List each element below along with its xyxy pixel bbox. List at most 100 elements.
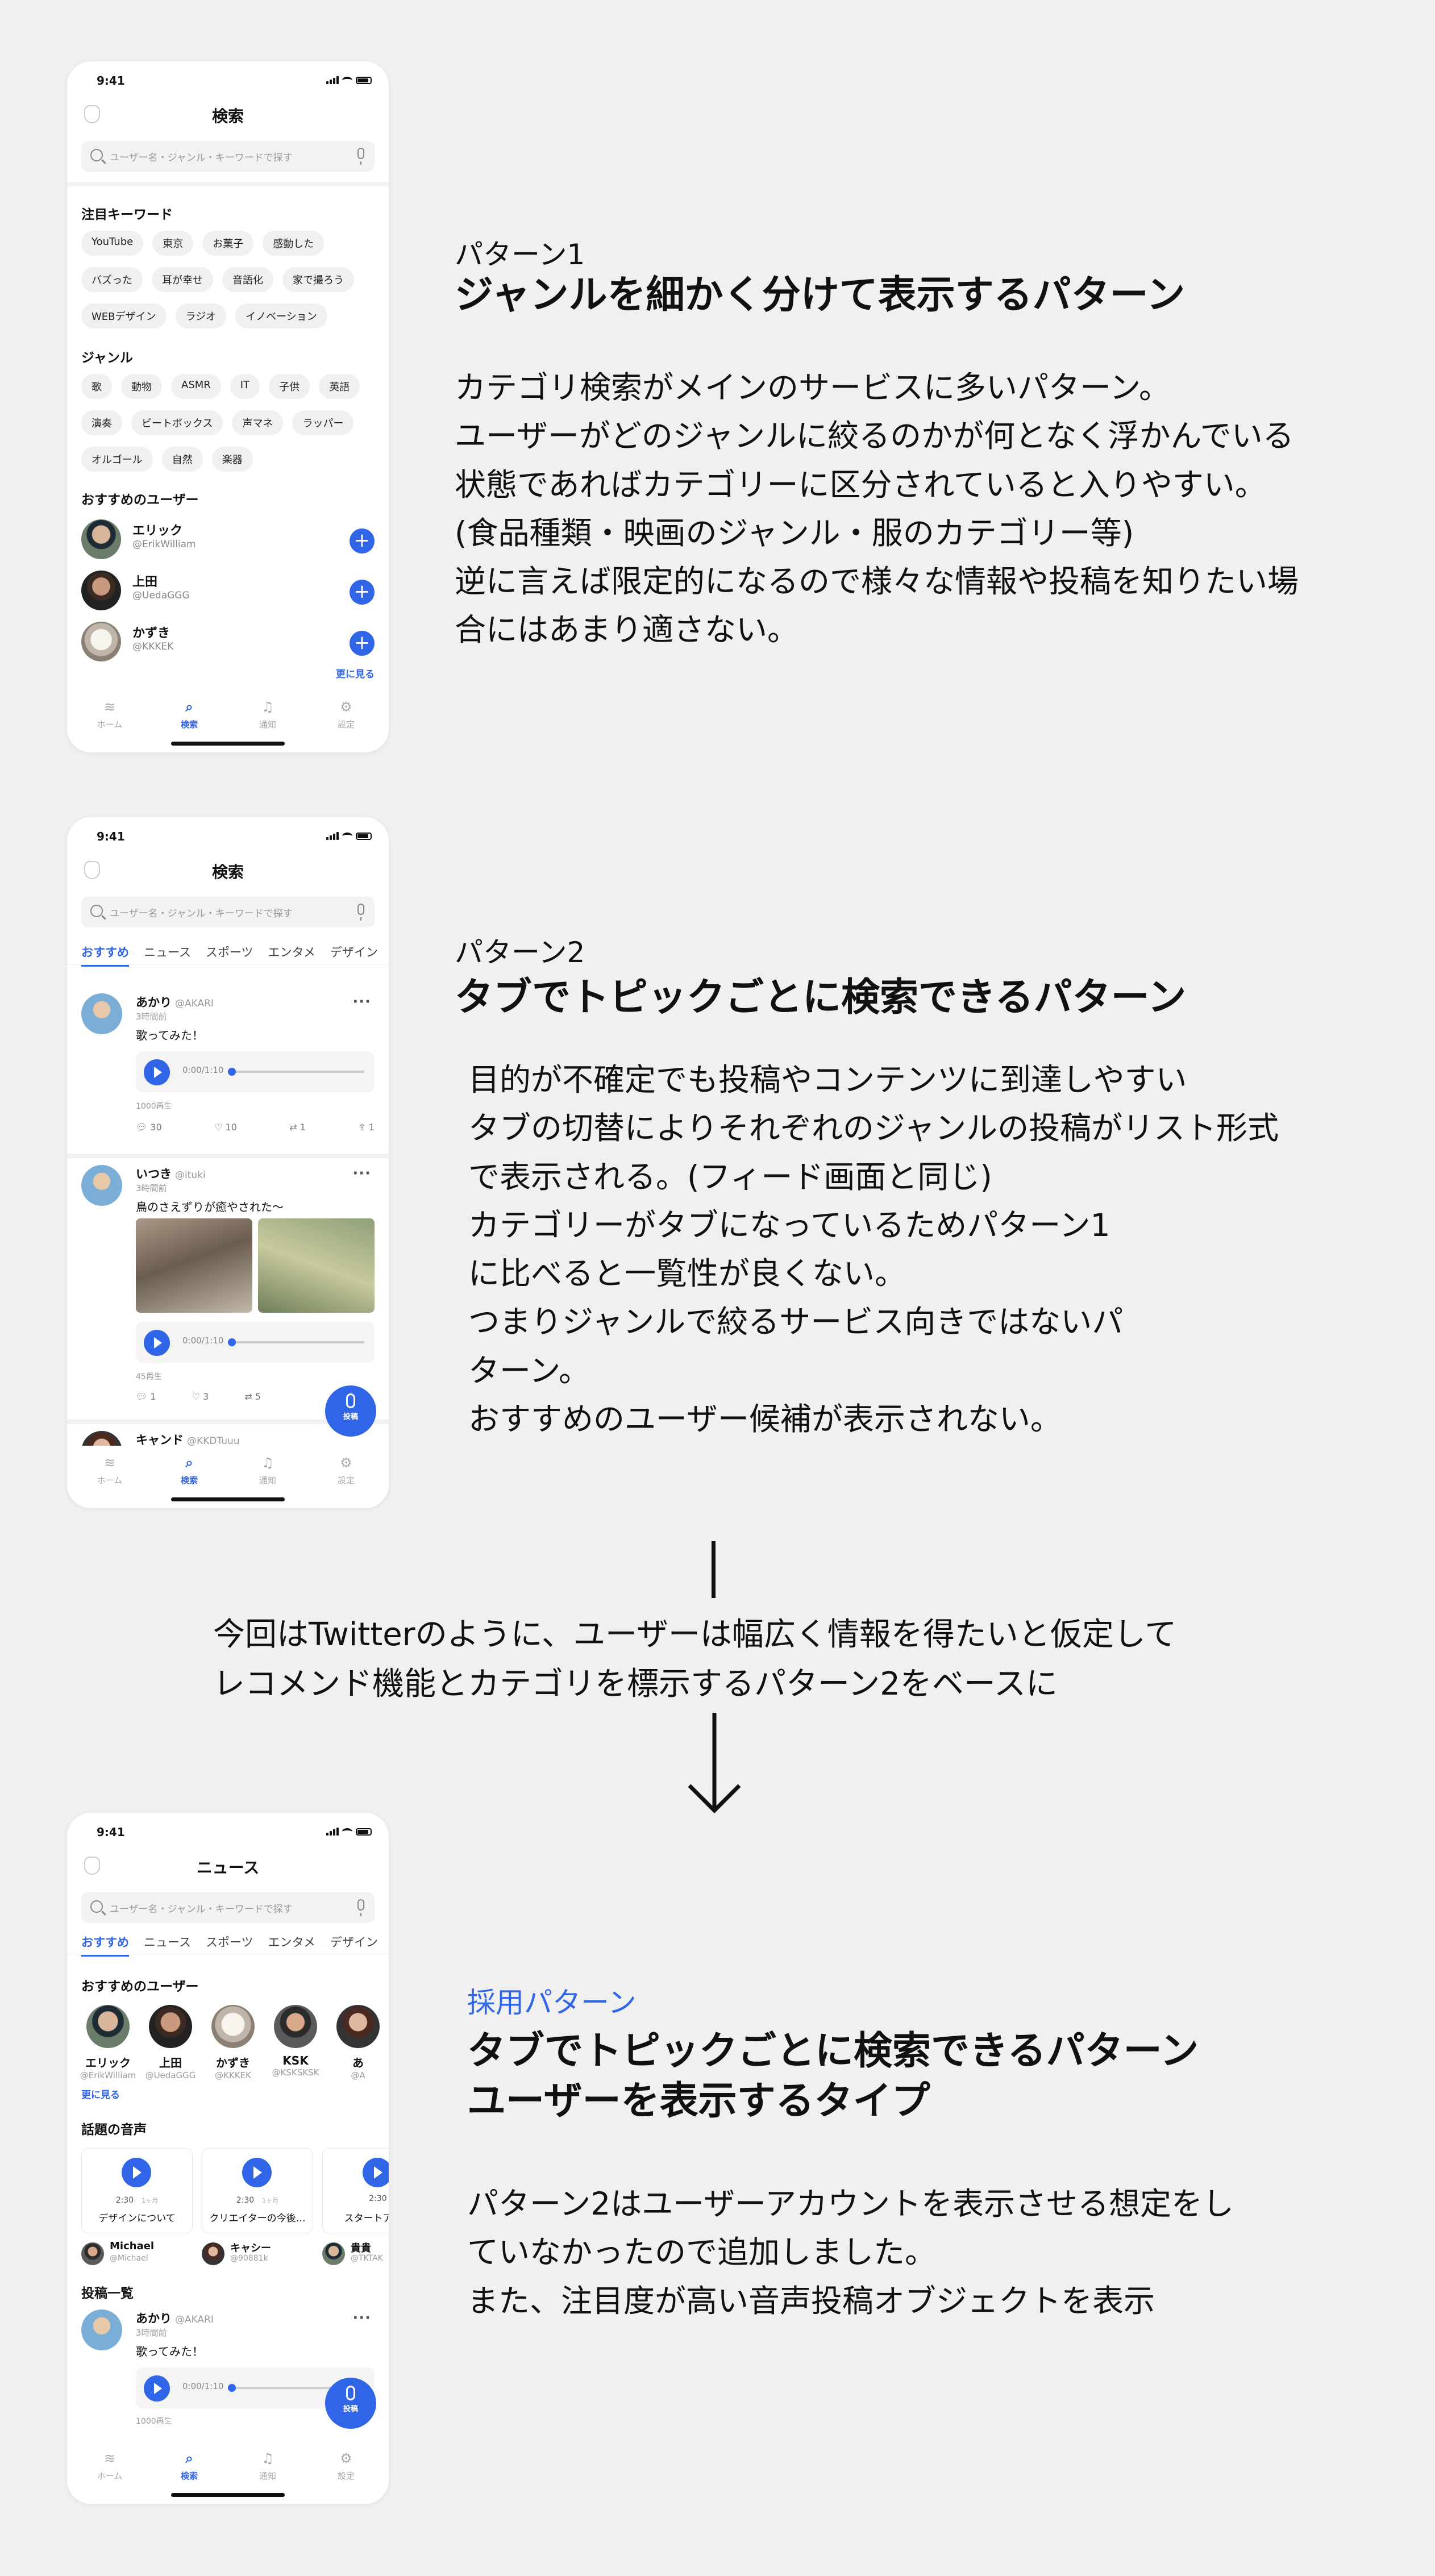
keyword-chip[interactable]: 東京 <box>152 231 194 256</box>
repost-button[interactable]: ⇄ 5 <box>244 1391 261 1402</box>
follow-plus-button[interactable]: + <box>350 528 375 554</box>
voice-author[interactable]: Michael @Michael <box>81 2239 193 2267</box>
audio-progress-slider[interactable] <box>228 1338 364 1346</box>
voice-card[interactable]: 2:30 スタートアップ <box>322 2148 389 2233</box>
user-row[interactable]: かずき @KKKEK + <box>81 618 375 664</box>
see-more-link[interactable]: 更に見る <box>81 2087 120 2101</box>
tab-home[interactable]: ≋ ホーム <box>84 2450 135 2482</box>
tab-settings[interactable]: ⚙ 設定 <box>321 2450 372 2482</box>
tab-notify[interactable]: ♫ 通知 <box>242 699 293 730</box>
play-button[interactable] <box>144 2375 170 2402</box>
tab-recommended[interactable]: おすすめ <box>81 943 129 967</box>
search-bar[interactable]: ユーザー名・ジャンル・キーワードで探す <box>81 141 375 172</box>
tab-home[interactable]: ≋ ホーム <box>84 1455 135 1486</box>
tab-news[interactable]: ニュース <box>144 1933 191 1957</box>
genre-chip[interactable]: 英語 <box>319 374 360 399</box>
keyword-chip[interactable]: お菓子 <box>202 231 254 256</box>
repost-button[interactable]: ⇄ 1 <box>289 1122 306 1133</box>
tab-news[interactable]: ニュース <box>144 943 191 967</box>
tab-search[interactable]: ⌕ 検索 <box>164 2450 215 2482</box>
post-card[interactable]: あかり @AKARI 3時間前 ··· 歌ってみた！ 0:00/1:10 1000… <box>81 2309 375 2440</box>
tab-search[interactable]: ⌕ 検索 <box>164 1455 215 1486</box>
follow-plus-button[interactable]: + <box>350 580 375 605</box>
tab-sports[interactable]: スポーツ <box>206 1933 253 1957</box>
tab-design[interactable]: デザイン <box>330 1933 378 1957</box>
recommended-user[interactable]: あ @A <box>330 2005 386 2080</box>
more-options-icon[interactable]: ··· <box>352 1165 371 1182</box>
comment-button[interactable]: 💬︎ 30 <box>136 1122 162 1133</box>
audio-progress-slider[interactable] <box>228 1068 364 1076</box>
voice-card[interactable]: 2:30 1ヶ月 デザインについて <box>81 2148 193 2233</box>
genre-chip[interactable]: 演奏 <box>81 410 122 435</box>
user-row[interactable]: 上田 @UedaGGG + <box>81 567 375 613</box>
voice-author[interactable]: キャシー @90881k <box>202 2239 313 2267</box>
avatar[interactable] <box>81 571 121 610</box>
play-button[interactable] <box>122 2158 151 2187</box>
like-button[interactable]: ♡ 10 <box>214 1122 237 1133</box>
tab-recommended[interactable]: おすすめ <box>81 1933 129 1957</box>
bird-photo[interactable] <box>136 1218 252 1313</box>
genre-chip[interactable]: 声マネ <box>232 410 284 435</box>
see-more-link[interactable]: 更に見る <box>336 666 375 680</box>
tab-settings[interactable]: ⚙ 設定 <box>321 699 372 730</box>
recommended-user[interactable]: 上田 @UedaGGG <box>142 2005 199 2080</box>
keyword-chip[interactable]: YouTube <box>81 231 144 256</box>
play-button[interactable] <box>242 2158 272 2187</box>
search-bar[interactable]: ユーザー名・ジャンル・キーワードで探す <box>81 897 375 927</box>
mic-icon[interactable] <box>357 148 364 165</box>
tab-notify[interactable]: ♫ 通知 <box>242 2450 293 2482</box>
genre-chip[interactable]: 動物 <box>121 374 162 399</box>
more-options-icon[interactable]: ··· <box>352 993 371 1010</box>
avatar[interactable] <box>81 519 121 559</box>
tab-settings[interactable]: ⚙ 設定 <box>321 1455 372 1486</box>
follow-plus-button[interactable]: + <box>350 631 375 656</box>
keyword-chip[interactable]: 音語化 <box>222 267 273 292</box>
post-card[interactable]: あかり @AKARI 3時間前 ··· 歌ってみた！ 0:00/1:10 1000… <box>81 993 375 1147</box>
keyword-chip[interactable]: ラジオ <box>175 303 227 328</box>
tab-entertainment[interactable]: エンタメ <box>268 1933 315 1957</box>
genre-chip[interactable]: 楽器 <box>211 447 253 472</box>
keyword-chip[interactable]: 耳が幸せ <box>152 267 213 292</box>
keyword-chip[interactable]: イノベーション <box>235 303 327 328</box>
post-card[interactable]: いつき @ituki 3時間前 ··· 鳥のさえずりが癒やされた〜 0:00/1:… <box>81 1165 375 1402</box>
genre-chip[interactable]: 歌 <box>81 374 112 399</box>
avatar[interactable] <box>81 1165 122 1206</box>
recommended-user[interactable]: かずき @KKKEK <box>205 2005 261 2080</box>
avatar[interactable] <box>81 993 122 1034</box>
keyword-chip[interactable]: 感動した <box>263 231 325 256</box>
recommended-user[interactable]: KSK @KSKSKSK <box>267 2005 324 2078</box>
keyword-chip[interactable]: バズった <box>81 267 143 292</box>
tab-home[interactable]: ≋ ホーム <box>84 699 135 730</box>
tab-design[interactable]: デザイン <box>330 943 378 967</box>
search-bar[interactable]: ユーザー名・ジャンル・キーワードで探す <box>81 1892 375 1923</box>
more-options-icon[interactable]: ··· <box>352 2309 371 2327</box>
play-button[interactable] <box>363 2158 389 2187</box>
genre-chip[interactable]: ASMR <box>171 374 221 399</box>
voice-author[interactable]: 貴貴 @TKTAK <box>322 2239 389 2267</box>
genre-chip[interactable]: ラッパー <box>292 410 354 435</box>
mic-icon[interactable] <box>357 1899 364 1916</box>
play-button[interactable] <box>144 1059 170 1085</box>
genre-chip[interactable]: オルゴール <box>81 447 153 472</box>
user-row[interactable]: エリック @ErikWilliam + <box>81 516 375 561</box>
genre-chip[interactable]: 自然 <box>161 447 203 472</box>
tab-sports[interactable]: スポーツ <box>206 943 253 967</box>
genre-chip[interactable]: 子供 <box>269 374 310 399</box>
comment-button[interactable]: 💬︎ 1 <box>136 1391 156 1402</box>
post-fab-button[interactable]: 投稿 <box>325 1385 376 1437</box>
avatar[interactable] <box>81 622 121 661</box>
post-fab-button[interactable]: 投稿 <box>325 2378 376 2429</box>
tab-entertainment[interactable]: エンタメ <box>268 943 315 967</box>
voice-card[interactable]: 2:30 1ヶ月 クリエイターの今後… <box>202 2148 313 2233</box>
genre-chip[interactable]: IT <box>230 374 260 399</box>
like-button[interactable]: ♡ 3 <box>192 1391 209 1402</box>
keyword-chip[interactable]: 家で撮ろう <box>282 267 354 292</box>
share-button[interactable]: ⇪ 1 <box>358 1122 375 1133</box>
play-button[interactable] <box>144 1330 170 1356</box>
genre-chip[interactable]: ビートボックス <box>131 410 223 435</box>
mic-icon[interactable] <box>357 904 364 921</box>
keyword-chip[interactable]: WEBデザイン <box>81 303 167 328</box>
recommended-user[interactable]: エリック @ErikWilliam <box>80 2005 136 2080</box>
tab-notify[interactable]: ♫ 通知 <box>242 1455 293 1486</box>
tab-search[interactable]: ⌕ 検索 <box>164 699 215 730</box>
